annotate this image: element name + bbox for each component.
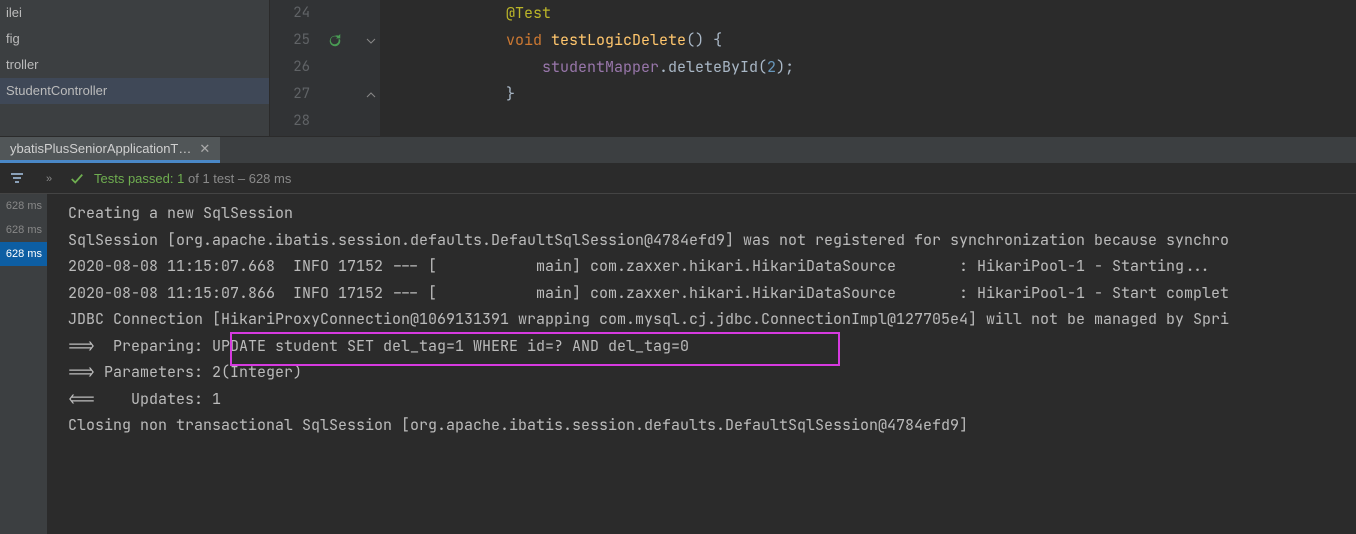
tests-passed-text: Tests passed: 1 of 1 test – 628 ms [94,171,291,186]
project-sidebar[interactable]: ilei fig troller StudentController [0,0,270,136]
console-line: Closing non transactional SqlSession [or… [68,412,1356,439]
run-tab-label: ybatisPlusSeniorApplicationT… [10,141,191,156]
editor-area: ilei fig troller StudentController 24 25… [0,0,1356,136]
fold-open-icon[interactable] [366,36,376,46]
test-status-bar: » Tests passed: 1 of 1 test – 628 ms [0,164,1356,194]
code-body[interactable]: @Test void testLogicDelete() { studentMa… [380,0,1356,136]
code-line[interactable]: } [398,81,1356,108]
close-icon[interactable]: ✕ [199,142,210,155]
console-line: 2020-08-08 11:15:07.668 INFO 17152 --- [… [68,253,1356,280]
tree-item[interactable]: ilei [0,0,269,26]
console-line: JDBC Connection [HikariProxyConnection@1… [68,306,1356,333]
tree-item[interactable]: fig [0,26,269,52]
console-area: 628 ms 628 ms 628 ms Creating a new SqlS… [0,194,1356,534]
filter-icon[interactable] [6,168,28,190]
code-editor[interactable]: 24 25 26 27 28 [270,0,1356,136]
console-line: Creating a new SqlSession [68,200,1356,227]
code-line[interactable]: @Test [398,0,1356,27]
console-line: ==> Preparing: UPDATE student SET del_ta… [68,333,1356,360]
code-line[interactable] [398,108,1356,135]
console-line: SqlSession [org.apache.ibatis.session.de… [68,227,1356,254]
gutter-icons [324,0,380,136]
fold-close-icon[interactable] [366,90,376,100]
run-tab-bar: ybatisPlusSeniorApplicationT… ✕ [0,136,1356,164]
tree-item[interactable]: StudentController [0,78,269,104]
console-output[interactable]: Creating a new SqlSession SqlSession [or… [48,194,1356,534]
recycle-icon[interactable] [328,34,342,48]
check-icon [70,172,84,186]
run-tab[interactable]: ybatisPlusSeniorApplicationT… ✕ [0,137,220,163]
console-line: 2020-08-08 11:15:07.866 INFO 17152 --- [… [68,280,1356,307]
line-number: 24 [270,0,310,27]
code-line[interactable]: studentMapper.deleteById(2); [398,54,1356,81]
line-number: 27 [270,81,310,108]
console-line: ==> Parameters: 2(Integer) [68,359,1356,386]
line-number: 26 [270,54,310,81]
line-number-gutter: 24 25 26 27 28 [270,0,324,136]
test-time-row[interactable]: 628 ms [0,194,47,218]
console-line: <== Updates: 1 [68,386,1356,413]
test-tree-times[interactable]: 628 ms 628 ms 628 ms [0,194,48,534]
test-time-row[interactable]: 628 ms [0,242,47,266]
tree-item[interactable]: troller [0,52,269,78]
code-line[interactable]: void testLogicDelete() { [398,27,1356,54]
test-time-row[interactable]: 628 ms [0,218,47,242]
line-number: 25 [270,27,310,54]
expand-icon[interactable]: » [38,168,60,190]
line-number: 28 [270,108,310,135]
